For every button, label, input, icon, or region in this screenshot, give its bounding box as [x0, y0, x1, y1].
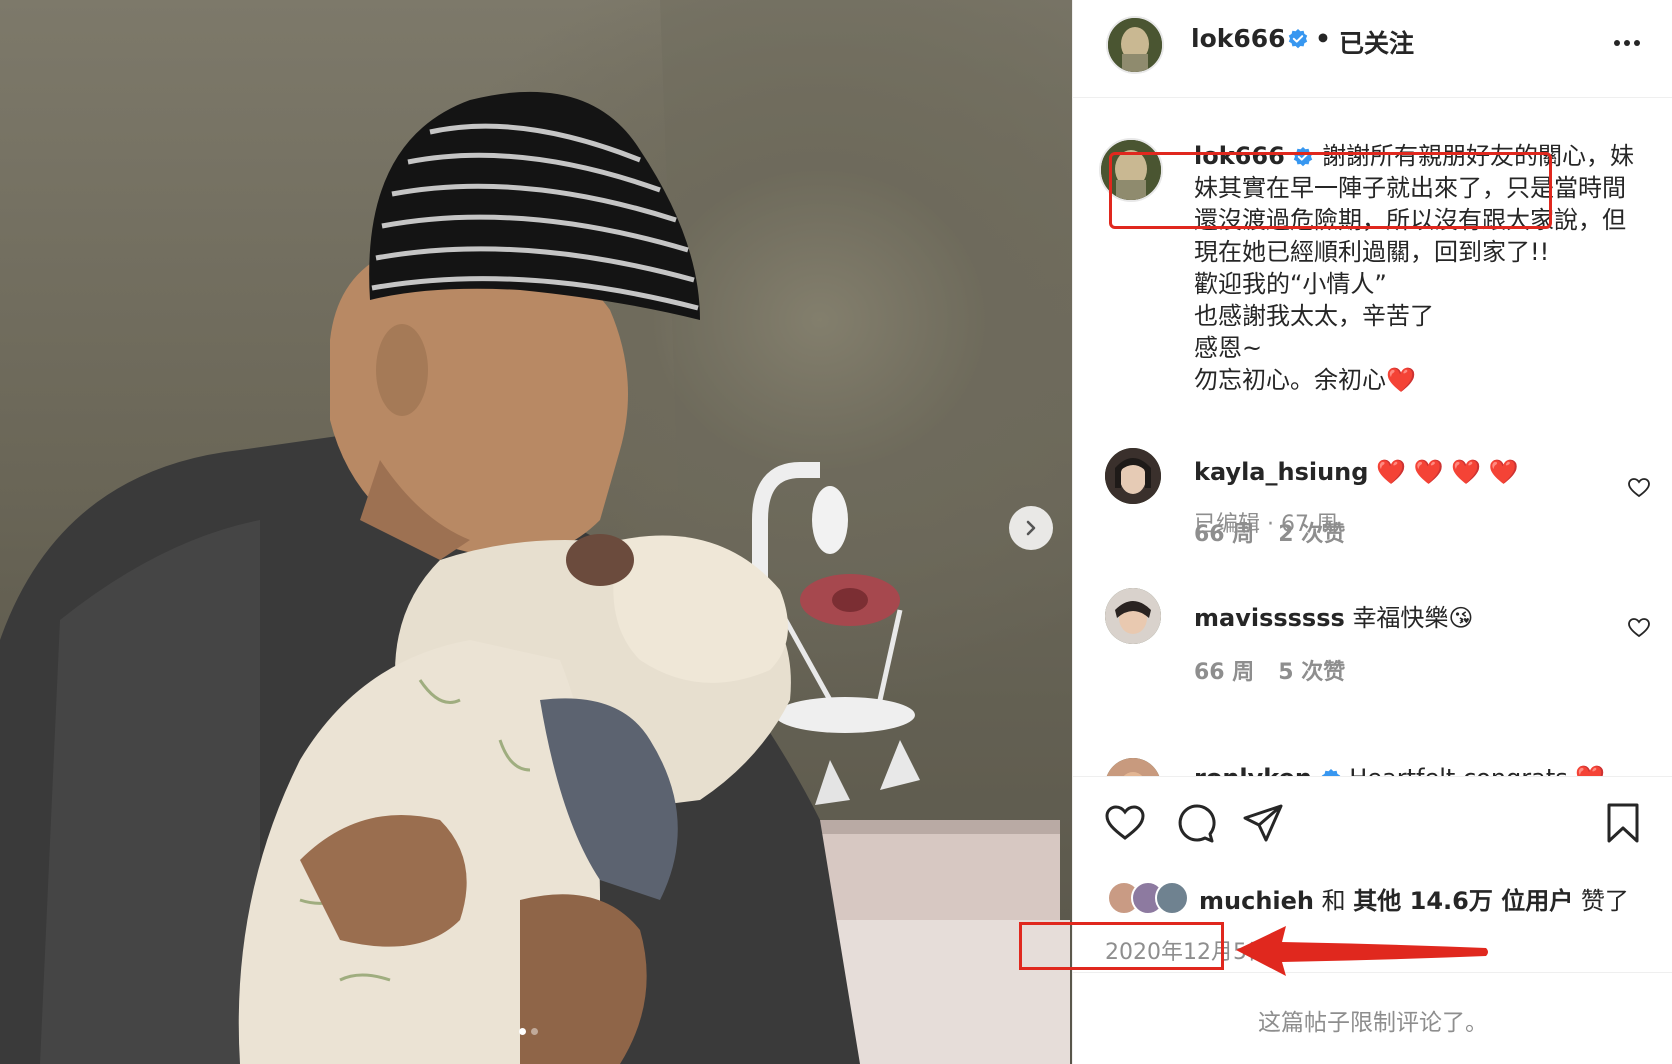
carousel-next-button[interactable]	[1009, 506, 1053, 550]
commenter-username[interactable]: kayla_hsiung	[1194, 458, 1368, 486]
likes-text: muchieh 和 其他 14.6万 位用户 赞了	[1199, 881, 1629, 916]
author-username[interactable]: lok666	[1191, 24, 1286, 53]
comment-time[interactable]: 66 周	[1194, 660, 1254, 685]
commenter-avatar[interactable]	[1105, 448, 1161, 504]
liker-username[interactable]: muchieh	[1199, 887, 1314, 915]
more-horizontal-icon[interactable]	[1607, 26, 1647, 60]
comments-restricted-notice: 这篇帖子限制评论了。	[1258, 1010, 1488, 1036]
post-actions-bar	[1073, 776, 1672, 866]
likes-summary[interactable]: muchieh 和 其他 14.6万 位用户 赞了	[1107, 878, 1629, 918]
annotation-arrow-icon	[1236, 926, 1488, 976]
author-avatar[interactable]	[1106, 16, 1164, 74]
likes-others[interactable]: 其他 14.6万 位用户	[1353, 887, 1573, 915]
carousel-dot	[531, 1028, 538, 1035]
avatar-image	[1105, 448, 1161, 504]
following-button[interactable]: 已关注	[1339, 24, 1414, 60]
comment-likes[interactable]: 5 次赞	[1278, 660, 1345, 685]
commenter-avatar[interactable]	[1105, 588, 1161, 644]
commenter-avatar[interactable]	[1105, 758, 1161, 776]
avatar-image	[1105, 758, 1161, 776]
comment-like-heart-icon[interactable]	[1627, 476, 1651, 500]
comment-likes[interactable]: 2 次赞	[1278, 522, 1345, 547]
comment-text: ❤️ ❤️ ❤️ ❤️	[1376, 458, 1519, 486]
caption-line: 也感謝我太太，辛苦了	[1194, 302, 1434, 330]
comment-icon[interactable]	[1173, 801, 1217, 845]
comments-disabled-footer: 这篇帖子限制评论了。	[1073, 972, 1672, 1064]
carousel-dot-active	[519, 1028, 526, 1035]
caption-line: 現在她已經順利過關，回到家了!!	[1194, 238, 1550, 266]
comment-time[interactable]: 66 周	[1194, 522, 1254, 547]
commenter-username[interactable]: mavissssss	[1194, 604, 1345, 632]
verified-badge-icon	[1321, 769, 1340, 776]
avatar-image	[1108, 18, 1162, 72]
annotation-highlight-box	[1109, 152, 1552, 229]
verified-badge-icon	[1288, 29, 1308, 49]
commenter-username[interactable]: ronlyken	[1194, 764, 1312, 776]
caption-line: 勿忘初心。余初心❤️	[1194, 366, 1416, 394]
comment-like-heart-icon[interactable]	[1627, 616, 1651, 640]
liker-avatar	[1155, 881, 1189, 915]
caption-line: 感恩~	[1194, 334, 1263, 362]
post-header: lok666 • 已关注	[1073, 0, 1672, 98]
comment-text: Heartfelt congrats ❤️	[1349, 764, 1605, 776]
chevron-right-icon	[1026, 520, 1036, 536]
caption-line: 歡迎我的“小情人”	[1194, 270, 1387, 298]
annotation-date-box	[1019, 922, 1224, 970]
photo-scene	[0, 0, 1072, 1064]
share-send-icon[interactable]	[1241, 801, 1285, 845]
bookmark-save-icon[interactable]	[1601, 801, 1645, 845]
header-separator: •	[1315, 24, 1331, 53]
post-photo[interactable]	[0, 0, 1072, 1064]
avatar-image	[1105, 588, 1161, 644]
comment-text: 幸福快樂😘	[1352, 604, 1474, 632]
carousel-indicator	[519, 1028, 538, 1035]
like-heart-icon[interactable]	[1103, 801, 1147, 845]
likes-suffix: 赞了	[1580, 886, 1629, 915]
likes-connector: 和	[1321, 886, 1346, 915]
